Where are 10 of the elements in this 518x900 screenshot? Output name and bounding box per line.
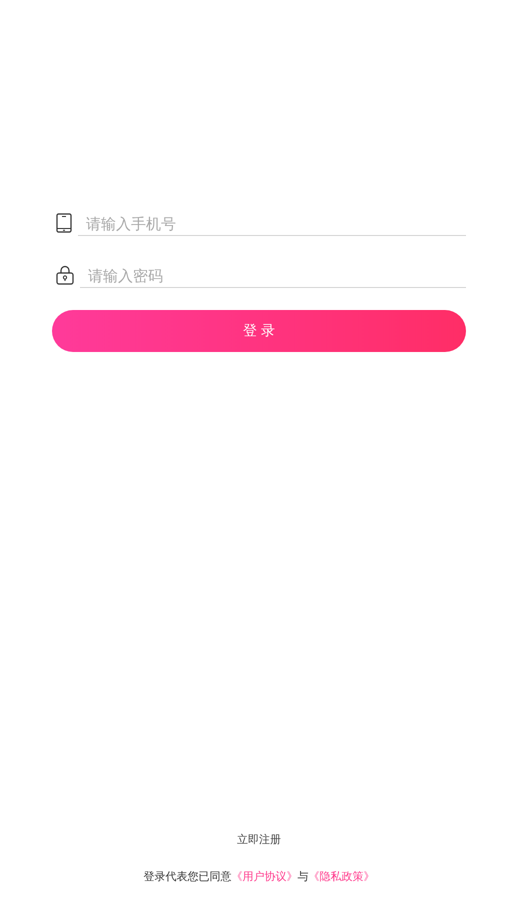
phone-icon (56, 213, 72, 233)
register-link[interactable]: 立即注册 (237, 832, 281, 847)
agreement-joiner: 与 (298, 869, 308, 884)
lock-icon (56, 265, 74, 285)
user-agreement-link[interactable]: 《用户协议》 (232, 869, 298, 884)
password-field[interactable]: 请输入密码 (80, 263, 466, 288)
phone-field[interactable]: 请输入手机号 (78, 211, 466, 236)
agreement-text: 登录代表您已同意 (144, 869, 232, 884)
login-button[interactable]: 登 录 (52, 310, 466, 352)
privacy-policy-link[interactable]: 《隐私政策》 (308, 869, 374, 884)
